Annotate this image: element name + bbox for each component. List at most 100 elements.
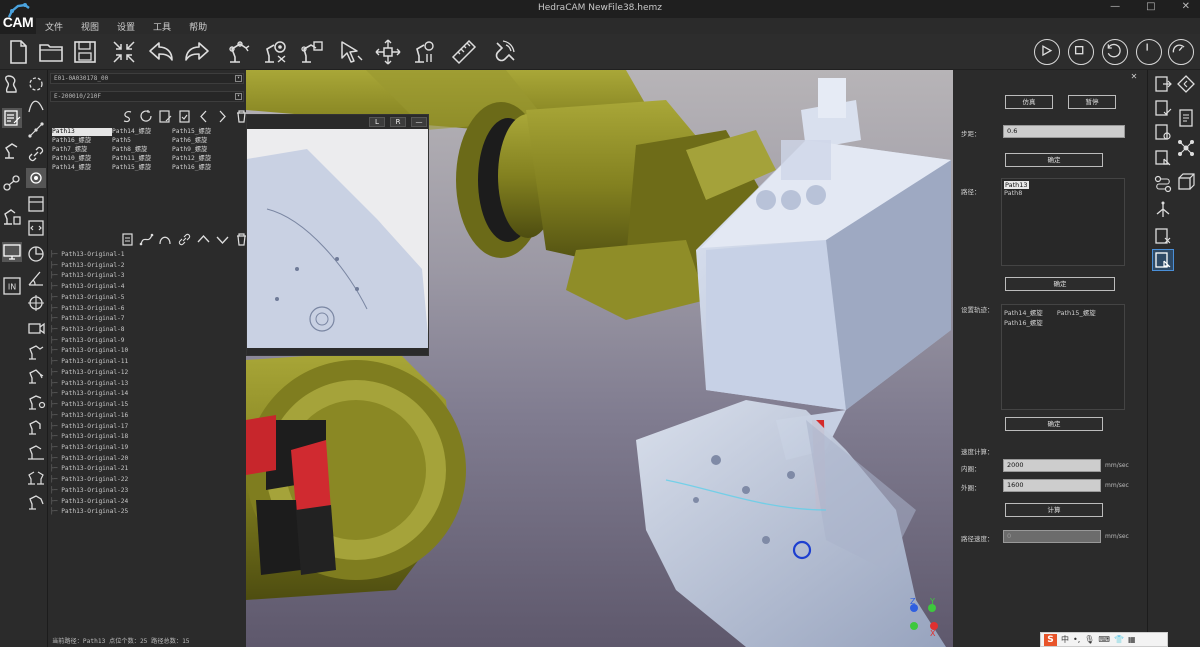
- path-select-list[interactable]: Path13 Path8: [1001, 178, 1125, 266]
- tree-item[interactable]: ├─ Path13-Original-22: [50, 475, 244, 486]
- doc-active-icon[interactable]: [1152, 249, 1174, 271]
- path-item[interactable]: Path11_螺旋: [112, 155, 172, 163]
- 3d-box-icon[interactable]: [1176, 172, 1196, 192]
- tool-dropdown[interactable]: E-200010/210F ▾: [50, 91, 244, 102]
- diamond-nav-icon[interactable]: [1176, 74, 1196, 94]
- path-item[interactable]: Path10_螺旋: [52, 155, 112, 163]
- spiral-s-icon[interactable]: [120, 109, 135, 124]
- move-icon[interactable]: [374, 38, 402, 66]
- tree-item[interactable]: ├─ Path13-Original-4: [50, 282, 244, 293]
- points-tool-icon[interactable]: [26, 120, 46, 140]
- path-item[interactable]: Path15_螺旋: [112, 164, 172, 172]
- stop-icon[interactable]: [1068, 39, 1094, 65]
- tree-item[interactable]: ├─ Path13-Original-6: [50, 304, 244, 315]
- select-arrow-icon[interactable]: [337, 38, 365, 66]
- refresh-icon[interactable]: [139, 109, 154, 124]
- doc-select-icon[interactable]: [1153, 148, 1173, 168]
- keyboard-icon[interactable]: ⌨: [1098, 635, 1110, 644]
- tree-item[interactable]: ├─ Path13-Original-17: [50, 422, 244, 433]
- grid-icon[interactable]: ▦: [1128, 635, 1136, 644]
- shrink-icon[interactable]: [110, 38, 138, 66]
- file-edit-icon[interactable]: [120, 232, 135, 247]
- edit-doc-icon[interactable]: [158, 109, 173, 124]
- path-select-item[interactable]: Path8: [1004, 189, 1122, 197]
- monitor-icon[interactable]: [2, 242, 22, 262]
- robot-joint-icon[interactable]: [410, 38, 438, 66]
- code-icon[interactable]: [26, 218, 46, 238]
- path-item[interactable]: Path9_螺旋: [172, 146, 232, 154]
- tree-item[interactable]: ├─ Path13-Original-20: [50, 454, 244, 465]
- shirt-icon[interactable]: 👕: [1114, 635, 1124, 644]
- new-file-icon[interactable]: [4, 38, 32, 66]
- path-item[interactable]: Path14_螺旋: [112, 128, 172, 136]
- tree-item[interactable]: ├─ Path13-Original-11: [50, 357, 244, 368]
- path-item[interactable]: Path16_螺旋: [52, 137, 112, 145]
- path-item[interactable]: Path16_螺旋: [172, 164, 232, 172]
- path-select-item[interactable]: Path13: [1004, 181, 1029, 189]
- tree-item[interactable]: ├─ Path13-Original-18: [50, 432, 244, 443]
- tree-item[interactable]: ├─ Path13-Original-16: [50, 411, 244, 422]
- timer-icon[interactable]: [1136, 39, 1162, 65]
- step-input[interactable]: 0.6: [1003, 125, 1125, 138]
- robot-cell-icon[interactable]: [2, 206, 22, 226]
- trajectory-list[interactable]: Path14_螺旋 Path15_螺旋 Path16_螺旋: [1001, 304, 1125, 410]
- robot-rail-icon[interactable]: [26, 442, 46, 462]
- close-button[interactable]: ✕: [1182, 1, 1190, 12]
- open-folder-icon[interactable]: [37, 38, 65, 66]
- export-doc-icon[interactable]: [1153, 74, 1173, 94]
- ruler-icon[interactable]: [450, 38, 478, 66]
- 3d-viewport[interactable]: Z Y X L R —: [246, 70, 953, 647]
- io-icon[interactable]: IN: [2, 276, 22, 296]
- tree-item[interactable]: ├─ Path13-Original-21: [50, 464, 244, 475]
- chevron-down-icon[interactable]: [215, 232, 230, 247]
- doc-list-icon[interactable]: [1176, 108, 1196, 128]
- robot-link-icon[interactable]: [297, 38, 325, 66]
- robot-weld-icon[interactable]: [26, 392, 46, 412]
- tree-item[interactable]: ├─ Path13-Original-3: [50, 271, 244, 282]
- ime-toolbar[interactable]: S 中 •, 🎙 ⌨ 👕 ▦: [1040, 632, 1168, 647]
- tree-item[interactable]: ├─ Path13-Original-24: [50, 497, 244, 508]
- tree-item[interactable]: ├─ Path13-Original-2: [50, 261, 244, 272]
- path-item[interactable]: Path14_螺旋: [52, 164, 112, 172]
- rotate-tool-icon[interactable]: [26, 74, 46, 94]
- chevron-right-icon[interactable]: [215, 109, 230, 124]
- pause-button[interactable]: 暂停: [1068, 95, 1116, 109]
- calculate-button[interactable]: 计算: [1005, 503, 1103, 517]
- part-dropdown[interactable]: E01-0A030178_00 ▾: [50, 73, 244, 84]
- path-item[interactable]: Path15_螺旋: [172, 128, 232, 136]
- left-view-button[interactable]: L: [369, 117, 385, 127]
- robot-pair-icon[interactable]: [26, 467, 46, 487]
- robot-axis-icon[interactable]: [26, 492, 46, 512]
- file-check-icon[interactable]: [177, 109, 192, 124]
- tree-item[interactable]: ├─ Path13-Original-1: [50, 250, 244, 261]
- gear-path-icon[interactable]: [26, 168, 46, 188]
- trajectory-item[interactable]: Path14_螺旋: [1004, 309, 1043, 317]
- layers-icon[interactable]: [26, 194, 46, 214]
- robot-tool-icon[interactable]: [26, 342, 46, 362]
- tree-item[interactable]: ├─ Path13-Original-23: [50, 486, 244, 497]
- minimize-button[interactable]: —: [1110, 1, 1120, 12]
- link-tool-icon[interactable]: [26, 144, 46, 164]
- right-view-button[interactable]: R: [390, 117, 406, 127]
- robot-settings-icon[interactable]: [261, 38, 289, 66]
- robot-sim-icon[interactable]: [2, 140, 22, 160]
- ime-language[interactable]: 中: [1061, 634, 1069, 645]
- speed-icon[interactable]: [1168, 39, 1194, 65]
- robot-arm-icon[interactable]: [224, 38, 252, 66]
- save-icon[interactable]: [71, 38, 99, 66]
- menu-help[interactable]: 帮助: [180, 18, 216, 34]
- robot-grip-icon[interactable]: [26, 366, 46, 386]
- menu-tools[interactable]: 工具: [144, 18, 180, 34]
- doc-close-icon[interactable]: [1153, 226, 1173, 246]
- microphone-icon[interactable]: 🎙: [1084, 635, 1094, 644]
- tree-item[interactable]: ├─ Path13-Original-13: [50, 379, 244, 390]
- target-icon[interactable]: [26, 293, 46, 313]
- simulate-button[interactable]: 仿真: [1005, 95, 1053, 109]
- tree-item[interactable]: ├─ Path13-Original-8: [50, 325, 244, 336]
- inner-speed-input[interactable]: 2000: [1003, 459, 1101, 472]
- link-icon[interactable]: [177, 232, 192, 247]
- confirm-path-button[interactable]: 确定: [1005, 277, 1115, 291]
- tree-item[interactable]: ├─ Path13-Original-25: [50, 507, 244, 518]
- doc-gear-icon[interactable]: [1153, 122, 1173, 142]
- trajectory-item[interactable]: Path16_螺旋: [1004, 317, 1122, 327]
